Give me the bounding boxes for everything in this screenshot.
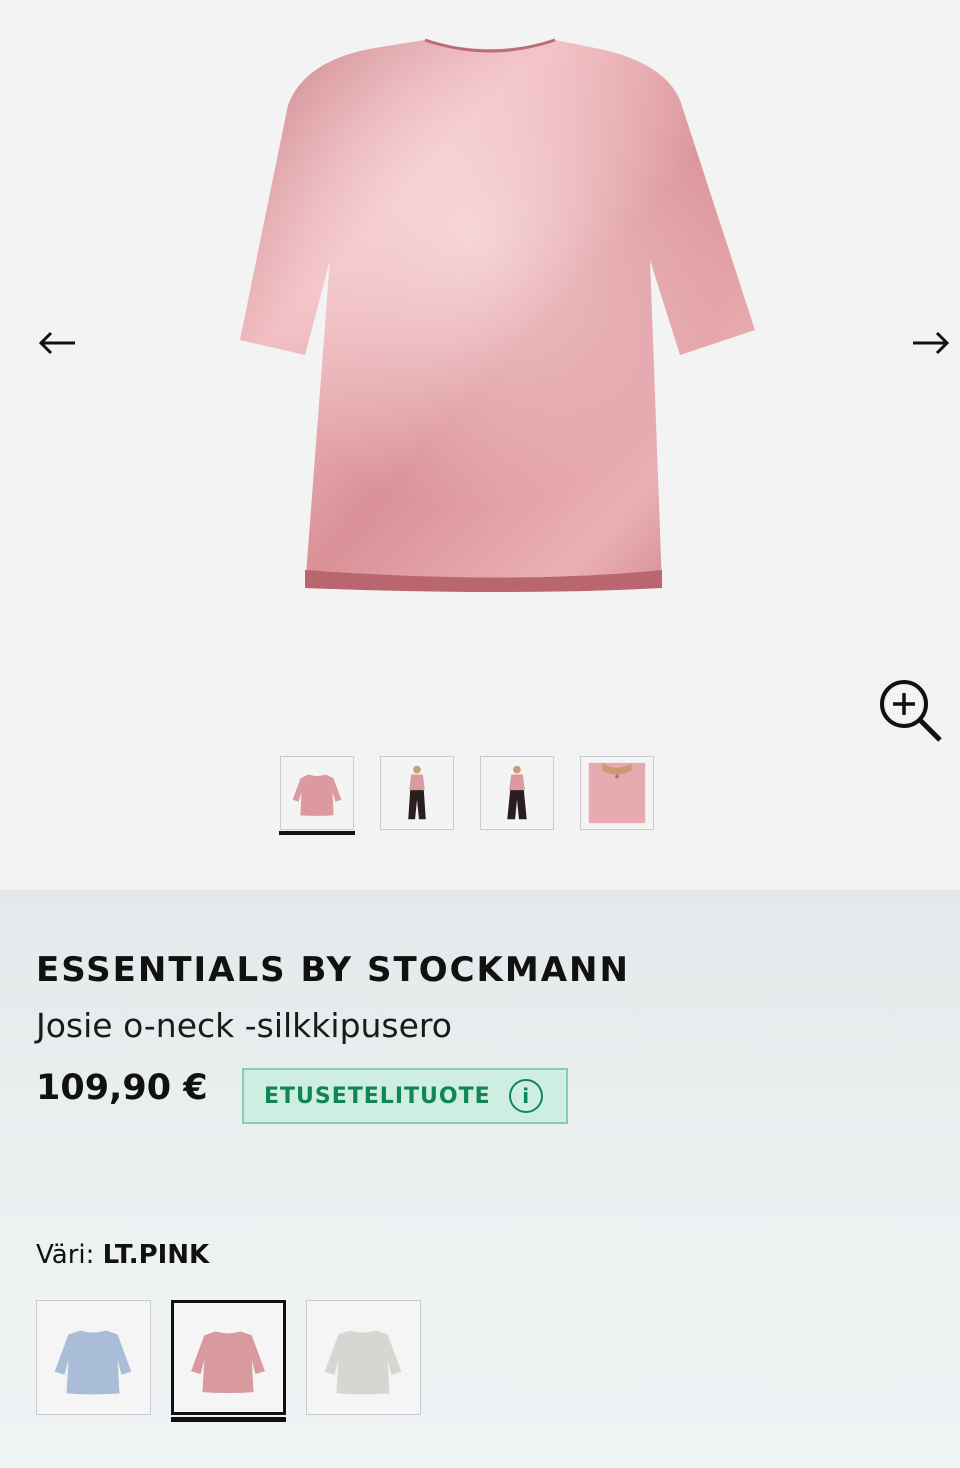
- thumbnail-front[interactable]: [279, 756, 355, 835]
- color-swatch-light-grey[interactable]: [306, 1300, 421, 1415]
- voucher-badge[interactable]: ETUSETELITUOTE i: [242, 1068, 568, 1124]
- arrow-left-icon: [38, 331, 75, 355]
- thumbnail-back-detail[interactable]: [580, 756, 654, 830]
- thumbnail-model-front[interactable]: [380, 756, 454, 830]
- thumbnail-image: [408, 765, 426, 820]
- swatch-image: [324, 1330, 402, 1395]
- product-name: Josie o-neck -silkkipusero: [36, 1006, 452, 1045]
- next-image-button[interactable]: [904, 316, 958, 370]
- product-info-panel: ESSENTIALS BY STOCKMANN Josie o-neck -si…: [0, 890, 960, 1468]
- thumbnail-image: [507, 765, 527, 820]
- thumbnail-model-front-2[interactable]: [480, 756, 554, 830]
- thumbnail-image: [588, 762, 646, 824]
- zoom-in-icon[interactable]: [876, 676, 944, 744]
- product-main-image[interactable]: [210, 10, 770, 610]
- info-icon[interactable]: i: [508, 1079, 543, 1113]
- color-swatch-lt-pink[interactable]: [171, 1300, 286, 1422]
- color-swatch-light-blue[interactable]: [36, 1300, 151, 1415]
- swatch-image: [54, 1330, 132, 1395]
- selected-color-value: LT.PINK: [102, 1240, 210, 1270]
- color-selection-label: Väri: LT.PINK: [36, 1240, 209, 1270]
- thumbnail-strip: [279, 756, 654, 835]
- color-label: Väri:: [36, 1240, 95, 1270]
- arrow-right-icon: [913, 331, 950, 355]
- thumbnail-image: [292, 774, 342, 816]
- swatch-image: [191, 1331, 265, 1394]
- voucher-badge-label: ETUSETELITUOTE: [264, 1083, 491, 1109]
- brand-name[interactable]: ESSENTIALS BY STOCKMANN: [36, 950, 630, 990]
- product-price: 109,90 €: [36, 1068, 208, 1108]
- product-gallery: [0, 0, 960, 890]
- previous-image-button[interactable]: [30, 316, 84, 370]
- color-swatches: [36, 1300, 421, 1422]
